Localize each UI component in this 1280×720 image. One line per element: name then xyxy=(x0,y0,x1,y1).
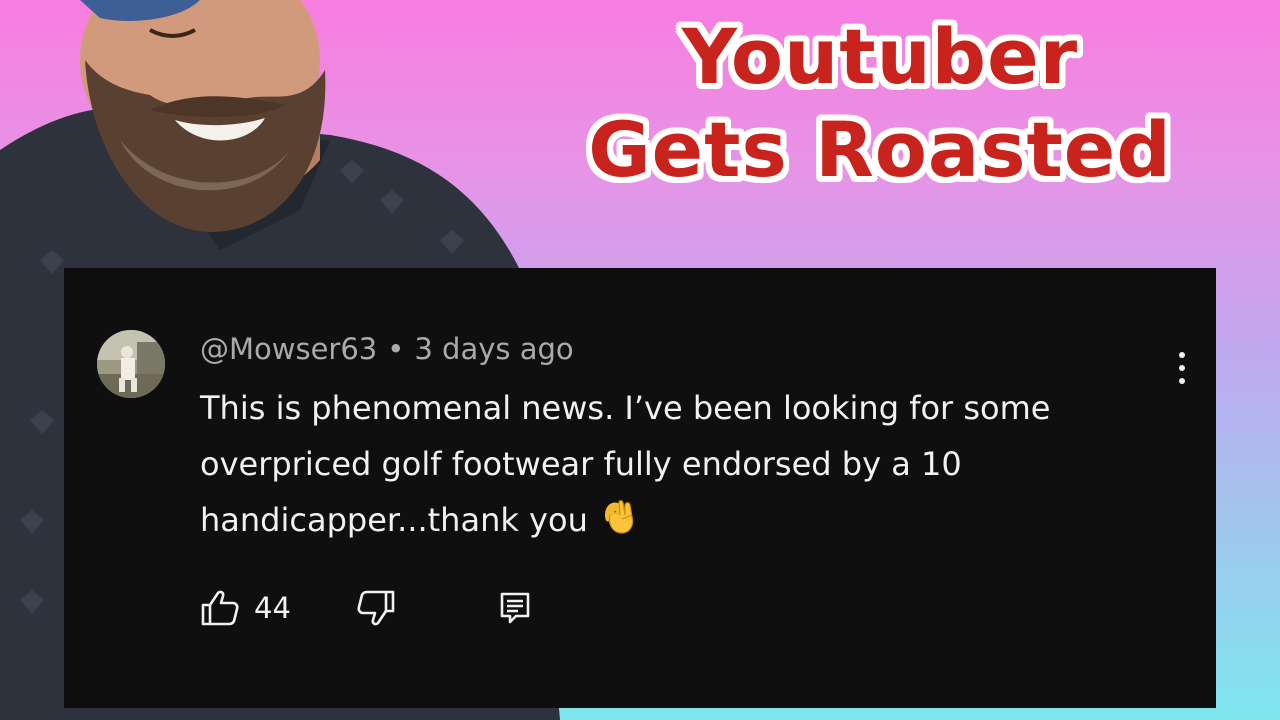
reply-comment-icon xyxy=(500,592,530,624)
thumbs-up-icon xyxy=(201,590,239,626)
meta-separator: • xyxy=(387,332,405,366)
comment-card: @Mowser63 • 3 days ago This is phenomenal … xyxy=(64,268,1216,708)
headline: Youtuber Gets Roasted xyxy=(560,14,1200,192)
comment-meta: @Mowser63 • 3 days ago xyxy=(200,332,574,366)
ok-hand-emoji-icon xyxy=(598,497,638,554)
more-vert-icon[interactable] xyxy=(1170,348,1194,388)
like-button[interactable]: 44 xyxy=(200,586,291,630)
avatar-image-icon xyxy=(97,330,165,398)
avatar[interactable] xyxy=(97,330,165,398)
like-count: 44 xyxy=(254,591,291,625)
headline-line-2: Gets Roasted xyxy=(588,105,1172,195)
comment-author[interactable]: @Mowser63 xyxy=(200,332,377,366)
reply-button[interactable] xyxy=(498,586,532,630)
comment-timestamp[interactable]: 3 days ago xyxy=(414,332,573,366)
dislike-button[interactable] xyxy=(356,586,396,630)
comment-actions: 44 xyxy=(200,586,600,630)
comment-body: This is phenomenal news. I’ve been looki… xyxy=(200,380,1180,554)
thumbs-down-icon xyxy=(357,590,395,626)
headline-line-1: Youtuber xyxy=(681,12,1079,101)
